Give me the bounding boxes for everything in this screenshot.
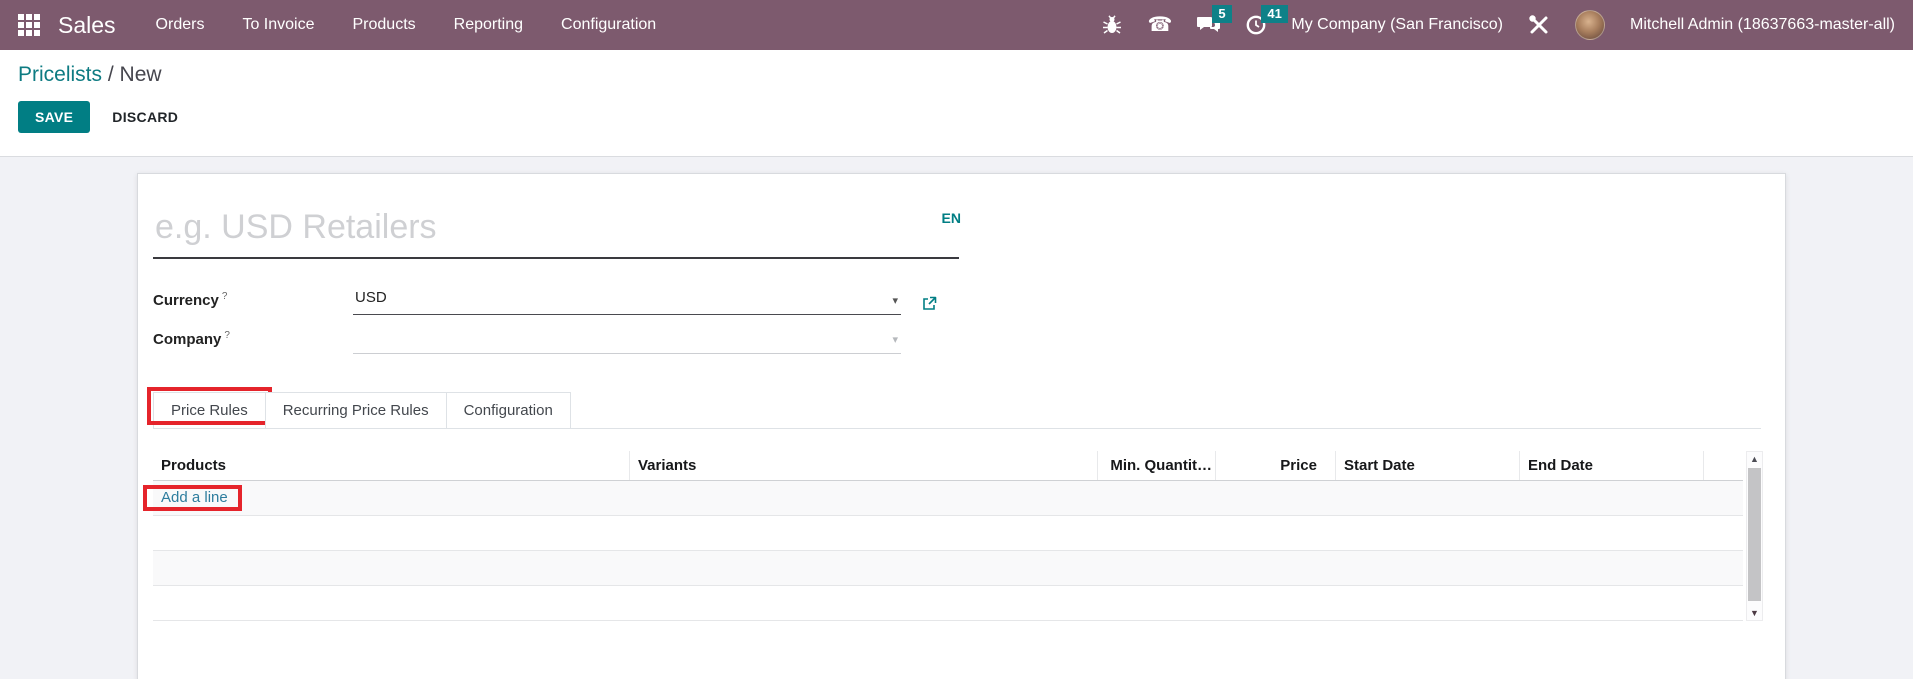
col-header-price[interactable]: Price bbox=[1215, 451, 1335, 480]
tab-price-rules[interactable]: Price Rules bbox=[153, 392, 266, 428]
menu-orders[interactable]: Orders bbox=[156, 16, 205, 34]
breadcrumb-pricelists-link[interactable]: Pricelists bbox=[18, 63, 102, 86]
col-header-start-date[interactable]: Start Date bbox=[1335, 451, 1519, 480]
company-help-icon[interactable]: ? bbox=[224, 330, 230, 341]
user-avatar[interactable] bbox=[1575, 10, 1605, 40]
language-badge[interactable]: EN bbox=[942, 210, 961, 226]
table-row-empty bbox=[153, 551, 1743, 586]
table-row-empty bbox=[153, 516, 1743, 551]
currency-field[interactable]: USD ▾ bbox=[353, 289, 901, 315]
notebook-tabs: Price Rules Recurring Price Rules Config… bbox=[153, 392, 1761, 429]
add-a-line-link[interactable]: Add a line bbox=[153, 481, 228, 514]
col-header-end-date[interactable]: End Date bbox=[1519, 451, 1703, 480]
company-dropdown-caret-icon[interactable]: ▾ bbox=[892, 333, 898, 346]
currency-help-icon[interactable]: ? bbox=[222, 291, 228, 302]
menu-configuration[interactable]: Configuration bbox=[561, 16, 656, 34]
company-label: Company? bbox=[153, 330, 353, 354]
price-rules-table: Products Variants Min. Quantit… Price St… bbox=[153, 451, 1743, 621]
breadcrumb-current: New bbox=[120, 63, 162, 86]
tab-configuration[interactable]: Configuration bbox=[446, 392, 571, 428]
currency-label: Currency? bbox=[153, 291, 353, 315]
pricelist-form-sheet: EN Currency? USD ▾ bbox=[137, 173, 1786, 679]
pricelist-name-input[interactable] bbox=[153, 208, 959, 259]
discard-button[interactable]: DISCARD bbox=[98, 101, 192, 133]
breadcrumb: Pricelists / New bbox=[18, 63, 1913, 87]
debug-bug-icon[interactable] bbox=[1102, 15, 1122, 35]
activities-count-badge: 41 bbox=[1261, 5, 1287, 23]
form-fields: Currency? USD ▾ Company? bbox=[153, 289, 1761, 354]
table-row-empty bbox=[153, 586, 1743, 621]
user-menu[interactable]: Mitchell Admin (18637663-master-all) bbox=[1630, 16, 1895, 34]
currency-field-row: Currency? USD ▾ bbox=[153, 289, 1761, 315]
phone-icon[interactable]: ☎ bbox=[1147, 15, 1172, 35]
messages-count-badge: 5 bbox=[1212, 5, 1231, 23]
scrollbar-down-arrow-icon[interactable]: ▼ bbox=[1747, 607, 1762, 619]
company-switcher[interactable]: My Company (San Francisco) bbox=[1291, 16, 1503, 34]
col-header-products[interactable]: Products bbox=[153, 451, 629, 480]
col-header-variants[interactable]: Variants bbox=[629, 451, 1097, 480]
table-scrollbar[interactable]: ▲ ▼ bbox=[1746, 451, 1763, 621]
apps-grid-icon[interactable] bbox=[18, 13, 42, 37]
activities-clock-icon[interactable]: 41 bbox=[1246, 15, 1266, 35]
col-header-min-quantity[interactable]: Min. Quantit… bbox=[1097, 451, 1215, 480]
breadcrumb-separator: / bbox=[102, 63, 120, 86]
navbar-systray: ☎ 5 41 My Company (San Francisco) M bbox=[1102, 10, 1895, 40]
top-navbar: Sales Orders To Invoice Products Reporti… bbox=[0, 0, 1913, 50]
currency-value: USD bbox=[355, 289, 387, 306]
control-panel: Pricelists / New SAVE DISCARD bbox=[0, 50, 1913, 157]
scrollbar-thumb[interactable] bbox=[1748, 468, 1761, 601]
action-buttons: SAVE DISCARD bbox=[18, 101, 1913, 133]
table-header-row: Products Variants Min. Quantit… Price St… bbox=[153, 451, 1743, 481]
menu-to-invoice[interactable]: To Invoice bbox=[242, 16, 314, 34]
pricelist-name-row: EN bbox=[153, 208, 959, 259]
col-header-filler bbox=[1703, 451, 1743, 480]
messages-icon[interactable]: 5 bbox=[1197, 15, 1221, 35]
content-area: EN Currency? USD ▾ bbox=[0, 157, 1913, 679]
menu-products[interactable]: Products bbox=[353, 16, 416, 34]
currency-external-link-icon[interactable] bbox=[922, 296, 937, 311]
main-menu: Orders To Invoice Products Reporting Con… bbox=[156, 16, 657, 34]
company-field-row: Company? ▾ bbox=[153, 328, 1761, 354]
tab-recurring-price-rules[interactable]: Recurring Price Rules bbox=[265, 392, 447, 428]
menu-reporting[interactable]: Reporting bbox=[454, 16, 523, 34]
company-field[interactable]: ▾ bbox=[353, 328, 901, 354]
app-name[interactable]: Sales bbox=[58, 12, 116, 39]
scrollbar-up-arrow-icon[interactable]: ▲ bbox=[1747, 453, 1762, 465]
table-row-add-line: Add a line bbox=[153, 481, 1743, 516]
save-button[interactable]: SAVE bbox=[18, 101, 90, 133]
tools-wrench-icon[interactable] bbox=[1528, 14, 1550, 36]
currency-dropdown-caret-icon[interactable]: ▾ bbox=[892, 294, 898, 307]
